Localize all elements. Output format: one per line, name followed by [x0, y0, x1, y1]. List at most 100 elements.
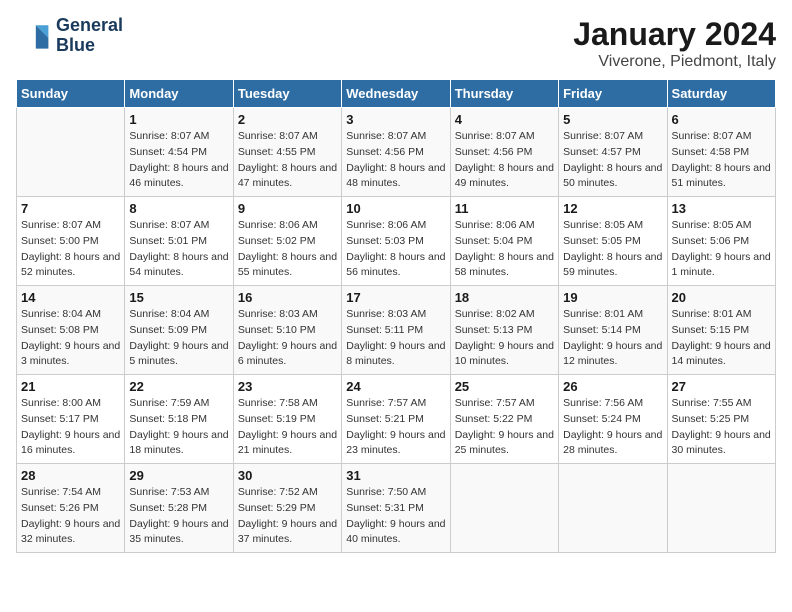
calendar-day-cell: [450, 464, 558, 553]
day-info: Sunrise: 8:07 AMSunset: 5:00 PMDaylight:…: [21, 218, 120, 281]
sunrise-label: Sunrise: 8:07 AM: [563, 130, 643, 142]
daylight-label: Daylight: 9 hours and 28 minutes.: [563, 429, 662, 457]
sunset-label: Sunset: 5:25 PM: [672, 413, 750, 425]
sunrise-label: Sunrise: 8:07 AM: [346, 130, 426, 142]
logo-text: General Blue: [56, 16, 123, 56]
logo-line2: Blue: [56, 36, 123, 56]
calendar-day-cell: 4 Sunrise: 8:07 AM Sunset: 4:56 PM Daylight…: [450, 108, 558, 197]
day-info: Sunrise: 8:06 AMSunset: 5:04 PMDaylight:…: [455, 218, 554, 281]
sunset-label: Sunset: 5:00 PM: [21, 235, 99, 247]
day-info: Sunrise: 8:07 AMSunset: 4:54 PMDaylight:…: [129, 129, 228, 192]
sunrise-label: Sunrise: 8:06 AM: [346, 219, 426, 231]
day-number: 26: [563, 379, 662, 394]
weekday-header: Thursday: [450, 80, 558, 108]
day-info: Sunrise: 7:56 AM Sunset: 5:24 PM Daylight:…: [563, 396, 662, 459]
daylight-label: Daylight: 8 hours and 55 minutes.: [238, 251, 337, 279]
day-number: 7: [21, 201, 120, 216]
sunset-label: Sunset: 5:29 PM: [238, 502, 316, 514]
sunrise-label: Sunrise: 8:03 AM: [238, 308, 318, 320]
sunrise-label: Sunrise: 7:54 AM: [21, 486, 101, 498]
day-info: Sunrise: 8:01 AMSunset: 5:14 PMDaylight:…: [563, 307, 662, 370]
calendar-day-cell: 25Sunrise: 7:57 AMSunset: 5:22 PMDayligh…: [450, 375, 558, 464]
daylight-label: Daylight: 9 hours and 5 minutes.: [129, 340, 228, 368]
daylight-label: Daylight: 8 hours and 59 minutes.: [563, 251, 662, 279]
sunrise-label: Sunrise: 8:01 AM: [672, 308, 752, 320]
day-info: Sunrise: 8:07 AMSunset: 5:01 PMDaylight:…: [129, 218, 228, 281]
day-info: Sunrise: 8:07 AMSunset: 4:57 PMDaylight:…: [563, 129, 662, 192]
sunrise-label: Sunrise: 7:56 AM: [563, 397, 643, 409]
sunrise-label: Sunrise: 8:07 AM: [455, 130, 535, 142]
day-number: 11: [455, 201, 554, 216]
daylight-label: Daylight: 8 hours and 46 minutes.: [129, 162, 228, 190]
day-info: Sunrise: 8:02 AMSunset: 5:13 PMDaylight:…: [455, 307, 554, 370]
sunset-label: Sunset: 4:54 PM: [129, 146, 207, 158]
daylight-label: Daylight: 8 hours and 48 minutes.: [346, 162, 445, 190]
calendar-week-row: 7 Sunrise: 8:07 AMSunset: 5:00 PMDaylight…: [17, 197, 776, 286]
calendar-week-row: 28Sunrise: 7:54 AMSunset: 5:26 PMDayligh…: [17, 464, 776, 553]
sunset-label: Sunset: 5:03 PM: [346, 235, 424, 247]
sunset-label: Sunset: 4:56 PM: [346, 146, 424, 158]
sunrise-label: Sunrise: 7:50 AM: [346, 486, 426, 498]
sunrise-label: Sunrise: 8:07 AM: [672, 130, 752, 142]
day-info: Sunrise: 8:03 AMSunset: 5:11 PMDaylight:…: [346, 307, 445, 370]
day-info: Sunrise: 8:06 AMSunset: 5:02 PMDaylight:…: [238, 218, 337, 281]
location: Viverone, Piedmont, Italy: [573, 53, 776, 71]
daylight-label: Daylight: 9 hours and 25 minutes.: [455, 429, 554, 457]
sunrise-label: Sunrise: 8:05 AM: [672, 219, 752, 231]
day-number: 8: [129, 201, 228, 216]
calendar-day-cell: 15Sunrise: 8:04 AMSunset: 5:09 PMDayligh…: [125, 286, 233, 375]
calendar-day-cell: 2 Sunrise: 8:07 AMSunset: 4:55 PMDaylight…: [233, 108, 341, 197]
day-info: Sunrise: 7:52 AMSunset: 5:29 PMDaylight:…: [238, 485, 337, 548]
day-number: 3: [346, 112, 445, 127]
sunset-label: Sunset: 5:06 PM: [672, 235, 750, 247]
sunrise-label: Sunrise: 8:02 AM: [455, 308, 535, 320]
daylight-label: Daylight: 8 hours and 47 minutes.: [238, 162, 337, 190]
sunrise-label: Sunrise: 7:59 AM: [129, 397, 209, 409]
daylight-label: Daylight: 9 hours and 8 minutes.: [346, 340, 445, 368]
day-number: 2: [238, 112, 337, 127]
day-info: Sunrise: 8:07 AMSunset: 4:55 PMDaylight:…: [238, 129, 337, 192]
day-number: 4: [455, 112, 554, 127]
day-info: Sunrise: 8:07 AM Sunset: 4:56 PM Daylight:…: [346, 129, 445, 192]
day-number: 30: [238, 468, 337, 483]
calendar-day-cell: [559, 464, 667, 553]
header: General Blue January 2024 Viverone, Pied…: [16, 16, 776, 71]
sunset-label: Sunset: 5:17 PM: [21, 413, 99, 425]
daylight-label: Daylight: 9 hours and 32 minutes.: [21, 518, 120, 546]
sunrise-label: Sunrise: 8:03 AM: [346, 308, 426, 320]
day-info: Sunrise: 7:55 AMSunset: 5:25 PMDaylight:…: [672, 396, 771, 459]
calendar-week-row: 14Sunrise: 8:04 AMSunset: 5:08 PMDayligh…: [17, 286, 776, 375]
calendar-day-cell: 1 Sunrise: 8:07 AMSunset: 4:54 PMDaylight…: [125, 108, 233, 197]
day-number: 28: [21, 468, 120, 483]
logo-line1: General: [56, 16, 123, 36]
sunset-label: Sunset: 5:24 PM: [563, 413, 641, 425]
sunset-label: Sunset: 5:02 PM: [238, 235, 316, 247]
calendar-day-cell: 12Sunrise: 8:05 AMSunset: 5:05 PMDayligh…: [559, 197, 667, 286]
daylight-label: Daylight: 9 hours and 40 minutes.: [346, 518, 445, 546]
daylight-label: Daylight: 8 hours and 49 minutes.: [455, 162, 554, 190]
month-title: January 2024: [573, 16, 776, 53]
sunset-label: Sunset: 4:56 PM: [455, 146, 533, 158]
day-number: 10: [346, 201, 445, 216]
day-number: 1: [129, 112, 228, 127]
day-info: Sunrise: 8:01 AMSunset: 5:15 PMDaylight:…: [672, 307, 771, 370]
calendar-day-cell: 7 Sunrise: 8:07 AMSunset: 5:00 PMDaylight…: [17, 197, 125, 286]
sunset-label: Sunset: 5:31 PM: [346, 502, 424, 514]
calendar-day-cell: 24Sunrise: 7:57 AMSunset: 5:21 PMDayligh…: [342, 375, 450, 464]
weekday-header: Sunday: [17, 80, 125, 108]
day-info: Sunrise: 8:07 AMSunset: 4:58 PMDaylight:…: [672, 129, 771, 192]
day-number: 12: [563, 201, 662, 216]
sunrise-label: Sunrise: 8:05 AM: [563, 219, 643, 231]
sunset-label: Sunset: 5:28 PM: [129, 502, 207, 514]
day-number: 14: [21, 290, 120, 305]
calendar-day-cell: 19Sunrise: 8:01 AMSunset: 5:14 PMDayligh…: [559, 286, 667, 375]
calendar-day-cell: 17Sunrise: 8:03 AMSunset: 5:11 PMDayligh…: [342, 286, 450, 375]
sunset-label: Sunset: 5:19 PM: [238, 413, 316, 425]
daylight-label: Daylight: 9 hours and 21 minutes.: [238, 429, 337, 457]
day-number: 6: [672, 112, 771, 127]
calendar-day-cell: [667, 464, 775, 553]
sunset-label: Sunset: 5:14 PM: [563, 324, 641, 336]
daylight-label: Daylight: 9 hours and 1 minute.: [672, 251, 771, 279]
calendar-day-cell: 22Sunrise: 7:59 AMSunset: 5:18 PMDayligh…: [125, 375, 233, 464]
day-number: 23: [238, 379, 337, 394]
